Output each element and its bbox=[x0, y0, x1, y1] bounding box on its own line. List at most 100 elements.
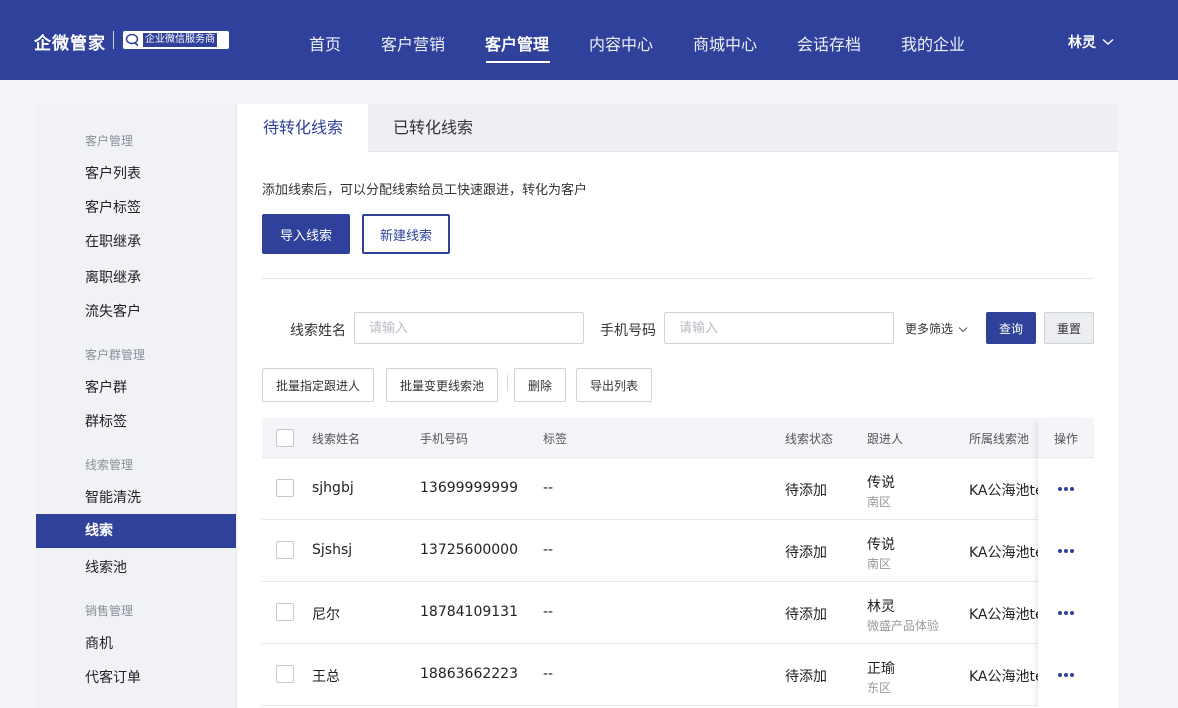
owner-department: 东区 bbox=[867, 681, 892, 695]
sidebar-item-resigned-transfer[interactable]: 离职继承 bbox=[36, 261, 236, 295]
lead-status: 待添加 bbox=[785, 669, 827, 685]
lead-tags: -- bbox=[543, 480, 554, 496]
export-list-button[interactable]: 导出列表 bbox=[576, 368, 652, 402]
bulk-change-pool-button[interactable]: 批量变更线索池 bbox=[386, 368, 498, 402]
col-operations: 操作 bbox=[1054, 432, 1079, 446]
sidebar-group-sales: 销售管理 bbox=[85, 604, 134, 618]
lead-name: 尼尔 bbox=[312, 607, 340, 623]
table-row[interactable]: Sjshsj 13725600000 -- 待添加 传说 南区 KA公海池te bbox=[262, 520, 1094, 582]
phone-input[interactable] bbox=[664, 312, 894, 344]
row-more-actions-icon[interactable] bbox=[1054, 669, 1078, 681]
row-checkbox[interactable] bbox=[276, 541, 294, 559]
col-owner: 跟进人 bbox=[867, 432, 904, 446]
lead-pool: KA公海池te bbox=[969, 607, 1039, 623]
col-status: 线索状态 bbox=[785, 432, 834, 446]
owner-department: 南区 bbox=[867, 557, 892, 571]
more-filters-label: 更多筛选 bbox=[905, 322, 954, 336]
nav-customer-management[interactable]: 客户管理 bbox=[485, 31, 549, 55]
active-nav-indicator bbox=[486, 61, 550, 63]
sidebar-group-leads: 线索管理 bbox=[85, 458, 134, 472]
nav-session-archive[interactable]: 会话存档 bbox=[797, 31, 861, 55]
nav-my-enterprise[interactable]: 我的企业 bbox=[901, 31, 965, 55]
reset-button[interactable]: 重置 bbox=[1044, 312, 1094, 344]
brand-logo[interactable]: 企微管家 bbox=[34, 29, 106, 54]
col-lead-name: 线索姓名 bbox=[312, 432, 361, 446]
page-hint: 添加线索后，可以分配线索给员工快速跟进，转化为客户 bbox=[262, 183, 588, 198]
top-navbar: 企微管家 企业微信服务商 首页 客户营销 客户管理 内容中心 商城中心 会话存档… bbox=[0, 0, 1178, 80]
lead-tags: -- bbox=[543, 666, 554, 682]
row-more-actions-icon[interactable] bbox=[1054, 545, 1078, 557]
chevron-down-icon bbox=[958, 322, 968, 336]
sidebar-group-customer-groups: 客户群管理 bbox=[85, 348, 146, 362]
table-row[interactable]: sjhgbj 13699999999 -- 待添加 传说 南区 KA公海池te bbox=[262, 458, 1094, 520]
section-divider bbox=[262, 278, 1094, 279]
nav-mall-center[interactable]: 商城中心 bbox=[693, 31, 757, 55]
lead-owner: 传说 bbox=[867, 537, 895, 553]
nav-customer-marketing[interactable]: 客户营销 bbox=[381, 31, 445, 55]
row-more-actions-icon[interactable] bbox=[1054, 607, 1078, 619]
row-checkbox[interactable] bbox=[276, 603, 294, 621]
tab-converted-leads[interactable]: 已转化线索 bbox=[368, 104, 498, 152]
delete-button[interactable]: 删除 bbox=[514, 368, 566, 402]
lead-tags: -- bbox=[543, 604, 554, 620]
lead-name: sjhgbj bbox=[312, 480, 354, 496]
bulk-assign-owner-button[interactable]: 批量指定跟进人 bbox=[262, 368, 374, 402]
sidebar-group-customer: 客户管理 bbox=[85, 134, 134, 148]
sidebar-item-smart-cleaning[interactable]: 智能清洗 bbox=[36, 481, 236, 515]
lead-phone: 13725600000 bbox=[420, 542, 518, 558]
sidebar-item-proxy-orders[interactable]: 代客订单 bbox=[36, 661, 236, 695]
query-button[interactable]: 查询 bbox=[986, 312, 1036, 344]
main-panel: 待转化线索 已转化线索 添加线索后，可以分配线索给员工快速跟进，转化为客户 导入… bbox=[238, 104, 1118, 708]
sidebar-item-lead-pool[interactable]: 线索池 bbox=[36, 551, 236, 585]
sidebar-item-leads[interactable]: 线索 bbox=[36, 514, 236, 548]
sidebar-item-group-tags[interactable]: 群标签 bbox=[36, 405, 236, 439]
nav-content-center[interactable]: 内容中心 bbox=[589, 31, 653, 55]
lead-pool: KA公海池te bbox=[969, 669, 1039, 685]
lead-status: 待添加 bbox=[785, 607, 827, 623]
more-filters-dropdown[interactable]: 更多筛选 bbox=[905, 320, 968, 337]
badge-label: 企业微信服务商 bbox=[143, 33, 217, 47]
row-checkbox[interactable] bbox=[276, 479, 294, 497]
user-menu[interactable]: 林灵 bbox=[1068, 32, 1114, 52]
lead-name-input[interactable] bbox=[354, 312, 584, 344]
row-checkbox[interactable] bbox=[276, 665, 294, 683]
sidebar-item-opportunities[interactable]: 商机 bbox=[36, 627, 236, 661]
lead-pool: KA公海池te bbox=[969, 545, 1039, 561]
select-all-checkbox[interactable] bbox=[276, 429, 294, 447]
toolbar-divider bbox=[507, 375, 508, 391]
owner-department: 微盛产品体验 bbox=[867, 619, 940, 633]
col-tags: 标签 bbox=[543, 432, 568, 446]
sidebar-item-customer-list[interactable]: 客户列表 bbox=[36, 157, 236, 191]
lead-status: 待添加 bbox=[785, 483, 827, 499]
owner-department: 南区 bbox=[867, 495, 892, 509]
row-more-actions-icon[interactable] bbox=[1054, 483, 1078, 495]
nav-home[interactable]: 首页 bbox=[309, 31, 341, 55]
col-phone: 手机号码 bbox=[420, 432, 469, 446]
lead-owner: 传说 bbox=[867, 475, 895, 491]
operations-column: 操作 bbox=[1038, 418, 1094, 708]
table-row[interactable]: 王总 18863662223 -- 待添加 正瑜 东区 KA公海池te bbox=[262, 644, 1094, 706]
sidebar-item-lost-customers[interactable]: 流失客户 bbox=[36, 295, 236, 329]
wecom-logo-icon bbox=[125, 33, 141, 47]
sidebar: 客户管理 客户列表 客户标签 在职继承 离职继承 流失客户 客户群管理 客户群 … bbox=[36, 104, 236, 708]
chevron-down-icon bbox=[1102, 34, 1114, 50]
lead-phone: 18784109131 bbox=[420, 604, 518, 620]
sidebar-item-customer-group[interactable]: 客户群 bbox=[36, 371, 236, 405]
sidebar-item-on-job-transfer[interactable]: 在职继承 bbox=[36, 225, 236, 259]
col-pool: 所属线索池 bbox=[969, 432, 1030, 446]
lead-name: Sjshsj bbox=[312, 542, 353, 558]
import-leads-button[interactable]: 导入线索 bbox=[262, 214, 350, 254]
lead-tags: -- bbox=[543, 542, 554, 558]
lead-name: 王总 bbox=[312, 669, 340, 685]
sidebar-item-customer-tags[interactable]: 客户标签 bbox=[36, 191, 236, 225]
phone-label: 手机号码 bbox=[600, 323, 656, 339]
table-row[interactable]: 尼尔 18784109131 -- 待添加 林灵 微盛产品体验 KA公海池te bbox=[262, 582, 1094, 644]
lead-name-label: 线索姓名 bbox=[290, 323, 346, 339]
lead-phone: 13699999999 bbox=[420, 480, 518, 496]
new-lead-button[interactable]: 新建线索 bbox=[362, 214, 450, 254]
user-name: 林灵 bbox=[1068, 35, 1096, 51]
table-header: 线索姓名 手机号码 标签 线索状态 跟进人 所属线索池 bbox=[262, 418, 1094, 458]
lead-status: 待添加 bbox=[785, 545, 827, 561]
tab-pending-leads[interactable]: 待转化线索 bbox=[238, 104, 368, 153]
lead-phone: 18863662223 bbox=[420, 666, 518, 682]
